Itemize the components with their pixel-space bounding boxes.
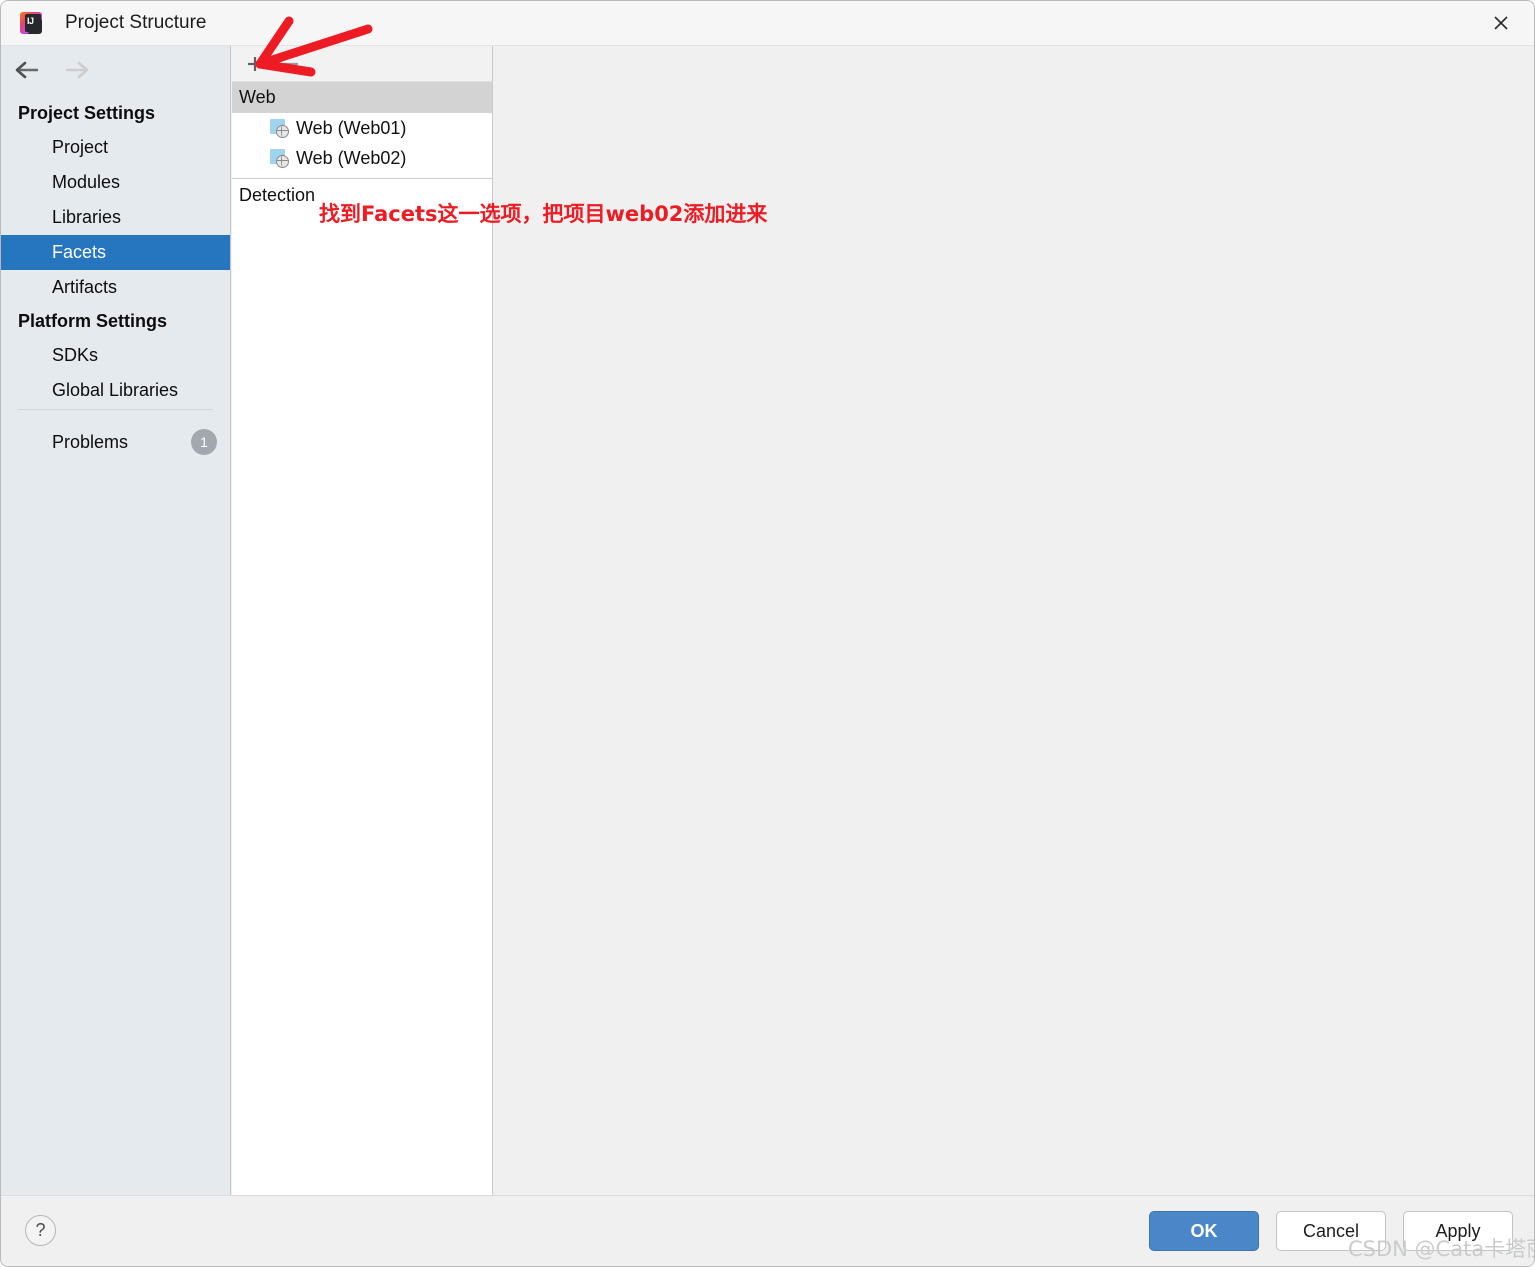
dialog-action-buttons: OK Cancel Apply [1149,1211,1513,1251]
app-icon-text: IJ [27,16,34,26]
help-icon: ? [35,1220,46,1240]
title-bar: IJ Project Structure [1,1,1534,46]
navigation-arrows [1,46,230,93]
sidebar-group-platform-settings: Platform Settings [18,311,168,331]
add-facet-button[interactable] [242,51,268,77]
facets-tree-panel: Web Web (Web01) Web (Web02) Detection [232,46,493,1197]
tree-item-web01[interactable]: Web (Web01) [232,113,492,143]
sidebar-item-problems[interactable]: Problems 1 [1,429,231,455]
close-button[interactable] [1468,1,1534,45]
sidebar-item-facets[interactable]: Facets [1,235,230,270]
web-facet-icon [270,118,289,138]
arrow-right-icon[interactable] [61,60,91,80]
apply-button[interactable]: Apply [1403,1211,1513,1251]
sidebar-item-global-libraries[interactable]: Global Libraries [1,373,230,408]
intellij-idea-icon: IJ [18,10,44,36]
dialog-footer: ? OK Cancel Apply [1,1195,1534,1266]
ok-button[interactable]: OK [1149,1211,1259,1251]
facets-toolbar [232,46,492,82]
sidebar-item-artifacts[interactable]: Artifacts [1,270,230,305]
plus-icon [248,56,262,71]
tree-group-web[interactable]: Web [232,82,492,113]
window-title: Project Structure [65,12,207,33]
sidebar-item-modules[interactable]: Modules [1,165,230,200]
sidebar-item-project[interactable]: Project [1,130,230,165]
web-facet-icon [270,148,289,168]
close-icon [1494,16,1508,30]
tree-item-web02[interactable]: Web (Web02) [232,143,492,173]
sidebar-item-libraries[interactable]: Libraries [1,200,230,235]
tree-item-label: Web (Web02) [296,147,407,168]
sidebar-divider [18,409,213,410]
sidebar-item-sdks[interactable]: SDKs [1,338,230,373]
problems-label: Problems [52,431,129,452]
project-structure-dialog: IJ Project Structure Project Settings Pr… [0,0,1535,1267]
arrow-left-icon[interactable] [13,60,43,80]
facets-tree-list: Web Web (Web01) Web (Web02) Detection [232,82,492,212]
tree-item-label: Web (Web01) [296,117,407,138]
help-button[interactable]: ? [25,1215,56,1246]
settings-sidebar: Project Settings Project Modules Librari… [1,46,231,1197]
problems-count-badge: 1 [191,429,218,455]
cancel-button[interactable]: Cancel [1276,1211,1386,1251]
sidebar-item-list: Project Settings Project Modules Librari… [1,97,230,408]
sidebar-group-project-settings: Project Settings [18,103,156,123]
remove-facet-button[interactable] [278,51,304,77]
facet-detail-panel [494,46,1534,1197]
dialog-content: Project Settings Project Modules Librari… [1,46,1534,1197]
tree-section-detection[interactable]: Detection [232,179,492,212]
minus-icon [284,62,298,65]
